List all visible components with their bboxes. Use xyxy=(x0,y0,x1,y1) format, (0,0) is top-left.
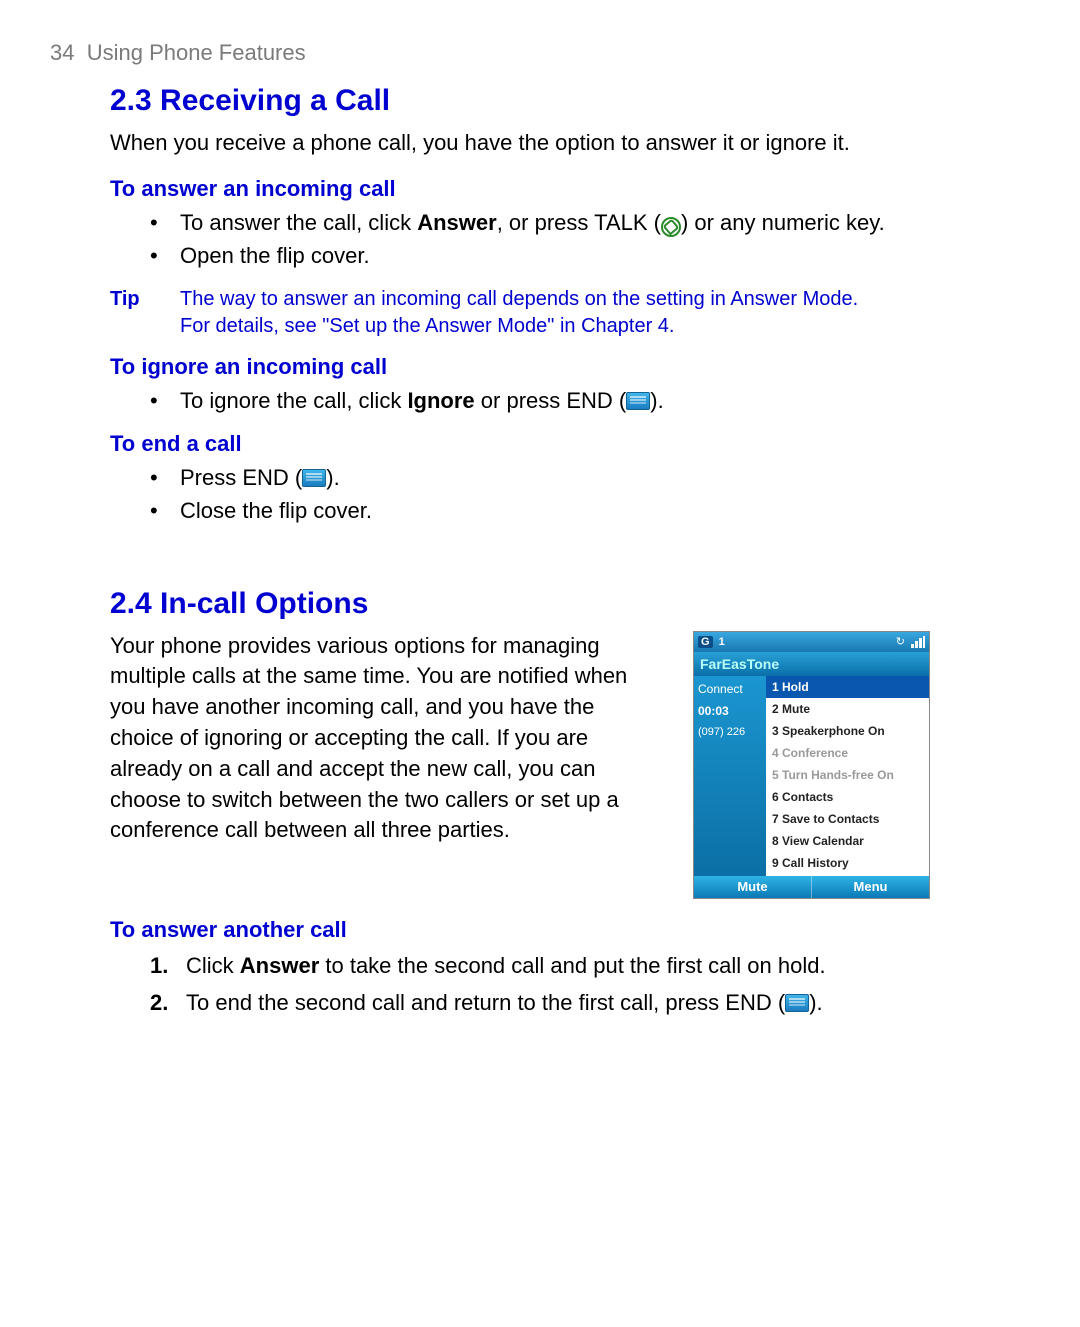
list-item: Press END (). xyxy=(150,461,930,494)
menu-item-save-contacts[interactable]: 7 Save to Contacts xyxy=(766,808,929,830)
text: ) or any numeric key. xyxy=(681,210,885,235)
menu-item-view-calendar[interactable]: 8 View Calendar xyxy=(766,830,929,852)
phone-status-bar: G 1 ↻ xyxy=(694,632,929,652)
tip-block: Tip The way to answer an incoming call d… xyxy=(110,286,930,340)
end-icon xyxy=(785,994,809,1012)
text: To ignore the call, click xyxy=(180,388,407,413)
in-call-menu: 1 Hold 2 Mute 3 Speakerphone On 4 Confer… xyxy=(766,676,929,876)
menu-item-contacts[interactable]: 6 Contacts xyxy=(766,786,929,808)
text: , or press TALK ( xyxy=(497,210,661,235)
bold-answer: Answer xyxy=(240,953,319,978)
menu-item-call-history[interactable]: 9 Call History xyxy=(766,852,929,874)
text: To end the second call and return to the… xyxy=(186,990,785,1015)
text: Click xyxy=(186,953,240,978)
list-item: To answer the call, click Answer, or pre… xyxy=(150,206,930,239)
text: To answer the call, click xyxy=(180,210,417,235)
page-number: 34 xyxy=(50,40,74,65)
call-number: (097) 226 xyxy=(698,726,762,738)
indicator-1: 1 xyxy=(719,636,725,648)
text: ). xyxy=(809,990,822,1015)
answer-incoming-list: To answer the call, click Answer, or pre… xyxy=(150,206,930,272)
text: ). xyxy=(326,465,339,490)
tip-label: Tip xyxy=(110,286,180,340)
end-icon xyxy=(626,392,650,410)
phone-screenshot: G 1 ↻ FarEasTone Connect 00:03 (097) 226… xyxy=(693,631,930,899)
call-timer: 00:03 xyxy=(698,704,762,718)
text: or press END ( xyxy=(475,388,627,413)
end-icon xyxy=(302,469,326,487)
section-2-3-intro: When you receive a phone call, you have … xyxy=(110,128,930,158)
section-2-3-title: 2.3 Receiving a Call xyxy=(110,84,930,118)
menu-item-mute[interactable]: 2 Mute xyxy=(766,698,929,720)
menu-item-speakerphone[interactable]: 3 Speakerphone On xyxy=(766,720,929,742)
answer-another-list: Click Answer to take the second call and… xyxy=(150,947,930,1022)
softkey-left[interactable]: Mute xyxy=(694,876,811,898)
softkey-bar: Mute Menu xyxy=(694,876,929,898)
text: Press END ( xyxy=(180,465,302,490)
page-header: 34 Using Phone Features xyxy=(50,40,930,66)
menu-item-conference: 4 Conference xyxy=(766,742,929,764)
indicator-g: G xyxy=(698,636,713,648)
text: to take the second call and put the firs… xyxy=(319,953,825,978)
subhead-answer-incoming: To answer an incoming call xyxy=(110,176,930,202)
call-status: Connect xyxy=(698,682,762,696)
end-call-list: Press END (). Close the flip cover. xyxy=(150,461,930,527)
signal-icon xyxy=(911,636,925,648)
menu-item-hold[interactable]: 1 Hold xyxy=(766,676,929,698)
section-2-4-title: 2.4 In-call Options xyxy=(110,587,930,621)
list-item: To end the second call and return to the… xyxy=(150,984,930,1021)
text: ). xyxy=(650,388,663,413)
tip-text: The way to answer an incoming call depen… xyxy=(180,286,930,340)
bold-answer: Answer xyxy=(417,210,496,235)
call-info-panel: Connect 00:03 (097) 226 xyxy=(694,676,766,876)
subhead-end-call: To end a call xyxy=(110,431,930,457)
ignore-incoming-list: To ignore the call, click Ignore or pres… xyxy=(150,384,930,417)
talk-icon xyxy=(661,217,681,237)
menu-item-handsfree: 5 Turn Hands-free On xyxy=(766,764,929,786)
list-item: Close the flip cover. xyxy=(150,494,930,527)
list-item: Click Answer to take the second call and… xyxy=(150,947,930,984)
bold-ignore: Ignore xyxy=(407,388,474,413)
list-item: Open the flip cover. xyxy=(150,239,930,272)
subhead-answer-another: To answer another call xyxy=(110,917,930,943)
subhead-ignore-incoming: To ignore an incoming call xyxy=(110,354,930,380)
chapter-title: Using Phone Features xyxy=(87,40,306,65)
carrier-label: FarEasTone xyxy=(694,652,929,676)
softkey-right[interactable]: Menu xyxy=(812,876,929,898)
section-2-4-intro: Your phone provides various options for … xyxy=(110,631,663,847)
sync-icon: ↻ xyxy=(896,635,905,648)
list-item: To ignore the call, click Ignore or pres… xyxy=(150,384,930,417)
